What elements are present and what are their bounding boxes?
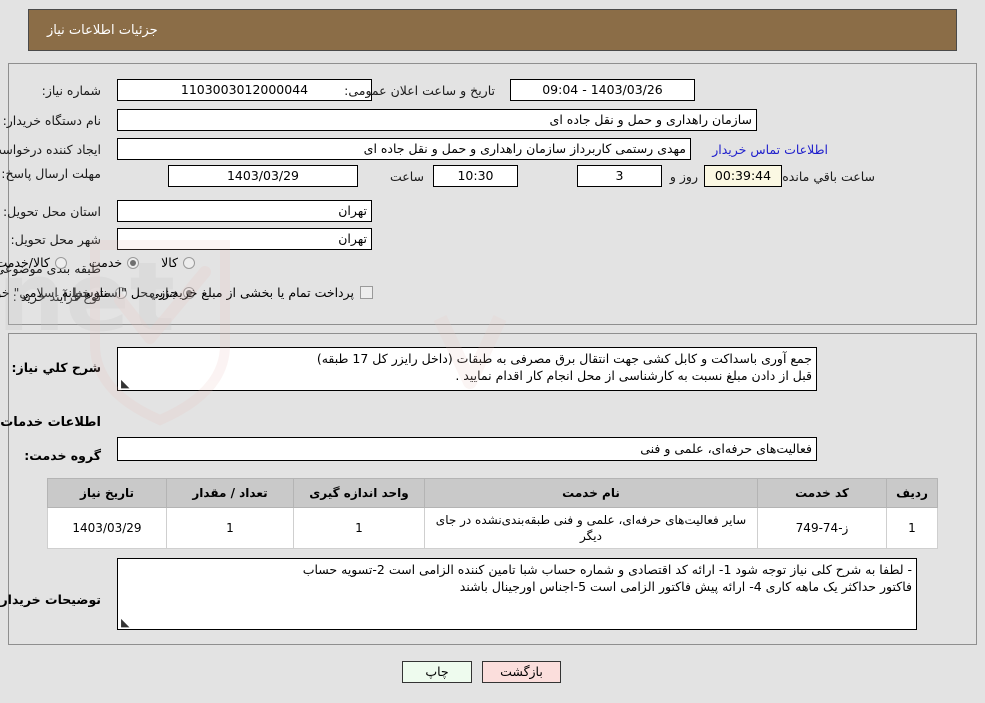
need-number-label: شماره نیاز: <box>41 83 101 98</box>
buyer-notes-line-1: - لطفا به شرح کلی نیاز توجه شود 1- ارائه… <box>302 562 912 577</box>
city-value: تهران <box>117 228 372 250</box>
category-option-label-2: کالا/خدمت <box>0 255 50 270</box>
description-textarea[interactable]: جمع آوری باسداکت و کابل کشی جهت انتقال ب… <box>117 347 817 391</box>
buyer-notes-textarea[interactable]: - لطفا به شرح کلی نیاز توجه شود 1- ارائه… <box>117 558 917 630</box>
cell-unit: 1 <box>293 507 425 549</box>
table-header-row: ردیف کد خدمت نام خدمت واحد اندازه گیری ت… <box>47 478 938 508</box>
service-group-value: فعالیت‌های حرفه‌ای، علمی و فنی <box>117 437 817 461</box>
category-option-label-0: کالا <box>161 255 178 270</box>
th-row: ردیف <box>886 478 938 508</box>
th-unit: واحد اندازه گیری <box>293 478 425 508</box>
deadline-time-value: 10:30 <box>433 165 518 187</box>
cell-qty: 1 <box>166 507 294 549</box>
category-radio-icon-1[interactable] <box>127 256 140 269</box>
cell-row: 1 <box>886 507 938 549</box>
th-name: نام خدمت <box>424 478 758 508</box>
treasury-checkbox-row[interactable]: پرداخت تمام یا بخشی از مبلغ خرید،از محل … <box>0 285 373 300</box>
description-label: شرح کلي نیاز: <box>11 360 101 375</box>
back-button[interactable]: بازگشت <box>482 661 561 683</box>
requester-label: ایجاد کننده درخواست: <box>0 142 101 157</box>
description-line-2: قبل از دادن مبلغ نسبت به کارشناسی از محل… <box>455 368 812 383</box>
th-code: کد خدمت <box>757 478 887 508</box>
buyer-org-label: نام دستگاه خریدار: <box>2 113 101 128</box>
buyer-notes-label: توضیحات خریدار: <box>0 592 101 607</box>
table-row: 1 ز-74-749 سایر فعالیت‌های حرفه‌ای، علمی… <box>47 507 938 549</box>
province-label: استان محل تحویل: <box>2 204 101 219</box>
category-option-label-1: خدمت <box>88 255 123 270</box>
hour-label: ساعت <box>389 169 424 184</box>
cell-code: ز-74-749 <box>757 507 887 549</box>
countdown-value: 00:39:44 <box>704 165 782 187</box>
th-date: تاریخ نیاز <box>47 478 167 508</box>
deadline-label-text: مهلت ارسال پاسخ: تا تاریخ: <box>0 166 101 181</box>
need-number-value: 1103003012000044 <box>117 79 372 101</box>
treasury-checkbox-label: پرداخت تمام یا بخشی از مبلغ خرید،از محل … <box>0 285 354 300</box>
resize-grip-icon[interactable]: ◢ <box>121 377 129 390</box>
buyer-notes-line-2: فاکتور حداکثر یک ماهه کاری 4- ارائه پیش … <box>459 579 912 594</box>
countdown-label: ساعت باقي مانده <box>782 169 875 184</box>
page-header: جزئیات اطلاعات نیاز <box>28 9 957 51</box>
page-root: AriaTender.net جزئیات اطلاعات نیاز شماره… <box>0 0 985 703</box>
resize-grip-icon[interactable]: ◢ <box>121 616 129 629</box>
category-option-0[interactable]: کالا <box>161 255 195 270</box>
deadline-date-value: 1403/03/29 <box>168 165 358 187</box>
category-option-2[interactable]: کالا/خدمت <box>0 255 67 270</box>
category-radio-icon-0[interactable] <box>183 256 195 269</box>
services-table: ردیف کد خدمت نام خدمت واحد اندازه گیری ت… <box>47 478 938 549</box>
province-value: تهران <box>117 200 372 222</box>
category-radio-group[interactable]: کالا خدمت کالا/خدمت <box>0 255 195 270</box>
buyer-contact-link[interactable]: اطلاعات تماس خریدار <box>712 142 828 157</box>
buyer-org-value: سازمان راهداری و حمل و نقل جاده ای <box>117 109 757 131</box>
description-line-1: جمع آوری باسداکت و کابل کشی جهت انتقال ب… <box>316 351 812 366</box>
category-radio-icon-2[interactable] <box>54 256 67 269</box>
days-remaining-value: 3 <box>577 165 662 187</box>
treasury-checkbox[interactable] <box>360 286 373 299</box>
category-option-1[interactable]: خدمت <box>88 255 140 270</box>
requester-value: مهدی رستمی کاربرداز سازمان راهداری و حمل… <box>117 138 691 160</box>
cell-date: 1403/03/29 <box>47 507 167 549</box>
deadline-label: مهلت ارسال پاسخ: تا تاریخ: <box>0 166 101 181</box>
city-label: شهر محل تحویل: <box>10 232 101 247</box>
print-button[interactable]: چاپ <box>402 661 472 683</box>
services-heading: اطلاعات خدمات مورد نیاز <box>0 415 101 430</box>
th-qty: تعداد / مقدار <box>166 478 294 508</box>
page-title: جزئیات اطلاعات نیاز <box>47 22 158 38</box>
days-label: روز و <box>669 169 698 184</box>
service-group-label: گروه خدمت: <box>24 448 101 463</box>
public-announce-value: 1403/03/26 - 09:04 <box>510 79 695 101</box>
cell-name: سایر فعالیت‌های حرفه‌ای، علمی و فنی طبقه… <box>424 507 758 549</box>
public-announce-label: تاریخ و ساعت اعلان عمومی: <box>344 83 495 98</box>
